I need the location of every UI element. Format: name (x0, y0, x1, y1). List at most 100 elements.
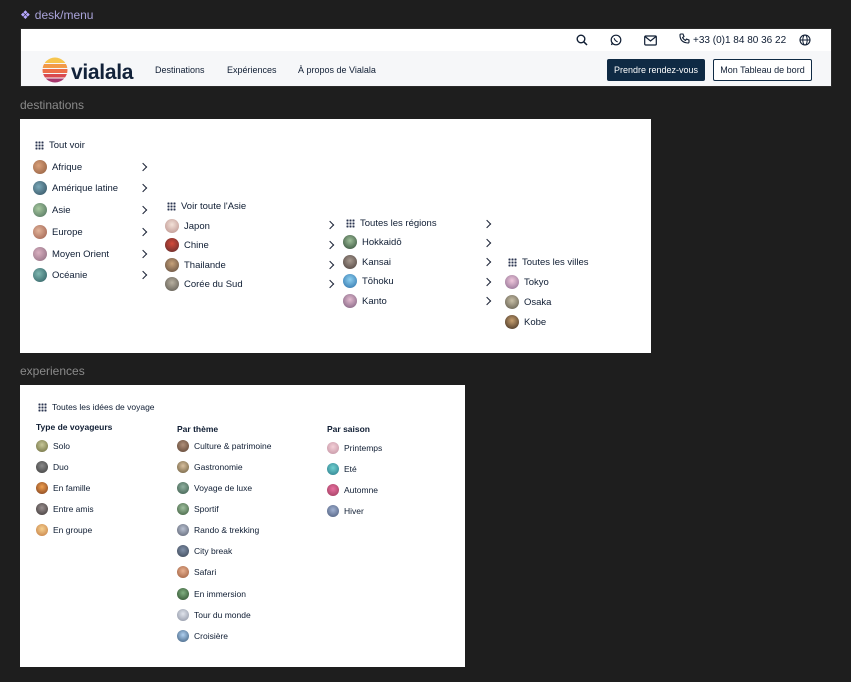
chevron-right-icon[interactable] (482, 277, 492, 287)
continent-item-oceanie[interactable]: Océanie (33, 268, 87, 282)
search-icon[interactable] (576, 33, 588, 47)
chevron-right-icon[interactable] (482, 296, 492, 306)
tokyo-thumbnail (505, 275, 519, 289)
traveler-item-en-famille[interactable]: En famille (36, 482, 90, 494)
theme-item-city-break[interactable]: City break (177, 545, 232, 557)
continent-item-amerique-latine[interactable]: Amérique latine (33, 181, 118, 195)
chevron-right-icon[interactable] (138, 227, 148, 237)
see-all-asia[interactable]: Voir toute l'Asie (167, 201, 246, 212)
season-item-automne[interactable]: Automne (327, 484, 378, 496)
sportif-thumbnail (177, 503, 189, 515)
season-item-hiver[interactable]: Hiver (327, 505, 364, 517)
book-appointment-button[interactable]: Prendre rendez-vous (607, 59, 705, 81)
theme-label: En immersion (194, 589, 246, 599)
chevron-right-icon[interactable] (138, 162, 148, 172)
season-label: Eté (344, 464, 357, 474)
theme-item-croisiere[interactable]: Croisière (177, 630, 228, 642)
nav-destinations[interactable]: Destinations (155, 65, 205, 75)
continent-item-europe[interactable]: Europe (33, 225, 83, 239)
continent-item-moyen-orient[interactable]: Moyen Orient (33, 247, 109, 261)
grid-icon (346, 219, 355, 228)
phone-icon (679, 33, 690, 47)
see-all-destinations[interactable]: Tout voir (35, 140, 85, 151)
traveler-item-solo[interactable]: Solo (36, 440, 70, 452)
chevron-right-icon[interactable] (138, 249, 148, 259)
traveler-item-entre-amis[interactable]: Entre amis (36, 503, 94, 515)
continent-item-afrique[interactable]: Afrique (33, 160, 82, 174)
theme-item-culture[interactable]: Culture & patrimoine (177, 440, 271, 452)
chevron-right-icon[interactable] (482, 219, 492, 229)
chevron-right-icon[interactable] (138, 205, 148, 215)
see-all-regions[interactable]: Toutes les régions (346, 218, 437, 229)
tour-du-monde-thumbnail (177, 609, 189, 621)
afrique-thumbnail (33, 160, 47, 174)
country-item-coree-du-sud[interactable]: Corée du Sud (165, 277, 243, 291)
site-header: +33 (0)1 84 80 36 22 vialala Destination… (20, 28, 832, 87)
hiver-thumbnail (327, 505, 339, 517)
chevron-right-icon[interactable] (138, 270, 148, 280)
region-label: Kansai (362, 256, 392, 268)
theme-item-sportif[interactable]: Sportif (177, 503, 219, 515)
chevron-right-icon[interactable] (482, 257, 492, 267)
see-all-experiences[interactable]: Toutes les idées de voyage (38, 402, 155, 412)
chevron-right-icon[interactable] (325, 260, 335, 270)
country-label: Corée du Sud (184, 278, 243, 290)
season-item-ete[interactable]: Eté (327, 463, 357, 475)
theme-item-rando[interactable]: Rando & trekking (177, 524, 259, 536)
nav-experiences[interactable]: Expériences (227, 65, 277, 75)
oceanie-thumbnail (33, 268, 47, 282)
phone-link[interactable]: +33 (0)1 84 80 36 22 (679, 33, 786, 47)
see-all-label: Toutes les villes (522, 257, 589, 268)
continent-label: Océanie (52, 269, 88, 281)
season-item-printemps[interactable]: Printemps (327, 442, 382, 454)
traveler-item-en-groupe[interactable]: En groupe (36, 524, 92, 536)
continent-item-asie[interactable]: Asie (33, 203, 70, 217)
continent-label: Afrique (52, 161, 83, 173)
chevron-right-icon[interactable] (325, 240, 335, 250)
city-item-tokyo[interactable]: Tokyo (505, 275, 549, 289)
grid-icon (35, 141, 44, 150)
country-label: Chine (184, 239, 209, 251)
theme-label: Sportif (194, 504, 219, 514)
see-all-label: Voir toute l'Asie (181, 201, 247, 212)
dashboard-button[interactable]: Mon Tableau de bord (713, 59, 812, 81)
see-all-cities[interactable]: Toutes les villes (508, 257, 589, 268)
theme-item-safari[interactable]: Safari (177, 566, 216, 578)
theme-item-immersion[interactable]: En immersion (177, 588, 246, 600)
safari-thumbnail (177, 566, 189, 578)
chevron-right-icon[interactable] (138, 183, 148, 193)
destinations-menu: Tout voir Afrique Amérique latine Asie E… (20, 119, 651, 353)
theme-item-tour-du-monde[interactable]: Tour du monde (177, 609, 251, 621)
chevron-right-icon[interactable] (325, 279, 335, 289)
grid-icon (38, 402, 47, 412)
region-item-hokkaido[interactable]: Hokkaidō (343, 235, 402, 249)
gastronomie-thumbnail (177, 461, 189, 473)
vialala-logo[interactable]: vialala (42, 57, 133, 88)
city-item-osaka[interactable]: Osaka (505, 295, 551, 309)
country-item-japon[interactable]: Japon (165, 219, 210, 233)
region-item-kansai[interactable]: Kansai (343, 255, 391, 269)
city-item-kobe[interactable]: Kobe (505, 315, 546, 329)
chevron-right-icon[interactable] (482, 238, 492, 248)
theme-label: Culture & patrimoine (194, 441, 272, 451)
globe-icon[interactable] (799, 33, 811, 47)
traveler-item-duo[interactable]: Duo (36, 461, 69, 473)
region-item-kanto[interactable]: Kanto (343, 294, 387, 308)
theme-item-luxe[interactable]: Voyage de luxe (177, 482, 252, 494)
whatsapp-icon[interactable] (610, 33, 622, 47)
osaka-thumbnail (505, 295, 519, 309)
theme-label: Rando & trekking (194, 525, 260, 535)
amerique-latine-thumbnail (33, 181, 47, 195)
theme-item-gastronomie[interactable]: Gastronomie (177, 461, 243, 473)
mail-icon[interactable] (644, 33, 657, 47)
country-item-thailande[interactable]: Thailande (165, 258, 226, 272)
solo-thumbnail (36, 440, 48, 452)
region-item-tohoku[interactable]: Tōhoku (343, 274, 394, 288)
region-label: Tōhoku (362, 275, 394, 287)
country-item-chine[interactable]: Chine (165, 238, 209, 252)
sunset-logo-icon (42, 57, 68, 88)
nav-about[interactable]: À propos de Vialala (298, 65, 376, 75)
chevron-right-icon[interactable] (325, 220, 335, 230)
en-groupe-thumbnail (36, 524, 48, 536)
luxe-thumbnail (177, 482, 189, 494)
